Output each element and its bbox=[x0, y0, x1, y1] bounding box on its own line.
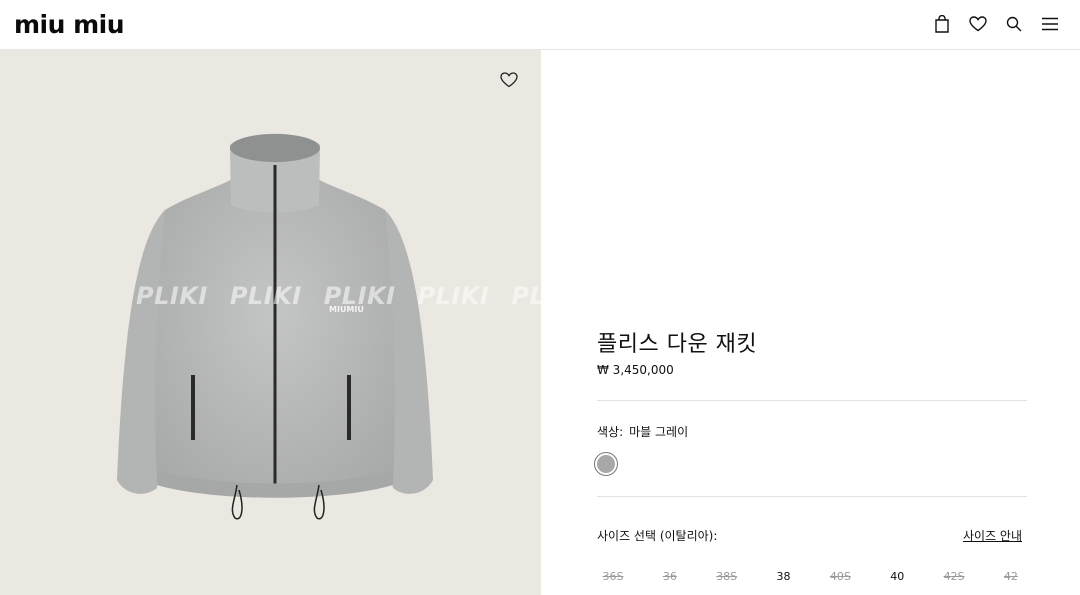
color-value: 마블 그레이 bbox=[629, 425, 689, 439]
divider bbox=[597, 400, 1027, 401]
size-option[interactable]: 42S bbox=[938, 570, 970, 583]
color-swatch-marble-gray[interactable] bbox=[594, 452, 618, 476]
jacket-illustration: MIUMIU bbox=[117, 133, 433, 520]
search-icon[interactable] bbox=[1004, 14, 1024, 34]
bag-icon[interactable] bbox=[932, 14, 952, 34]
brand-logo[interactable]: miu miu bbox=[14, 12, 125, 37]
size-options: 36S 36 38S 38 40S 40 42S 42 bbox=[597, 570, 1027, 583]
watermark-text: PLIKI bbox=[323, 282, 396, 310]
color-label: 색상: bbox=[597, 425, 624, 439]
product-info: 플리스 다운 재킷 ₩ 3,450,000 색상: 마블 그레이 사이즈 선택 (… bbox=[541, 50, 1080, 595]
color-row: 색상: 마블 그레이 bbox=[597, 423, 688, 440]
watermark-text: PLIKI bbox=[229, 282, 302, 310]
size-option[interactable]: 38S bbox=[711, 570, 743, 583]
watermark: PLIKI PLIKI PLIKI PLIKI PLIKI bbox=[136, 282, 541, 310]
menu-icon[interactable] bbox=[1040, 14, 1060, 34]
product-image[interactable]: MIUMIU PLIKI PLIKI PLIKI PLIKI PLIKI bbox=[0, 50, 541, 595]
size-option[interactable]: 36S bbox=[597, 570, 629, 583]
size-guide-link[interactable]: 사이즈 안내 bbox=[963, 527, 1022, 544]
size-option[interactable]: 40 bbox=[881, 570, 913, 583]
size-option[interactable]: 40S bbox=[824, 570, 856, 583]
size-option[interactable]: 38 bbox=[768, 570, 800, 583]
size-option[interactable]: 42 bbox=[995, 570, 1027, 583]
site-header: miu miu bbox=[0, 0, 1080, 50]
watermark-text: PLIKI bbox=[511, 282, 541, 310]
size-select-label: 사이즈 선택 (이탈리아): bbox=[597, 529, 718, 543]
watermark-text: PLIKI bbox=[136, 282, 208, 310]
product-title: 플리스 다운 재킷 bbox=[597, 332, 758, 357]
size-option[interactable]: 36 bbox=[654, 570, 686, 583]
divider bbox=[597, 496, 1027, 497]
heart-icon[interactable] bbox=[968, 14, 988, 34]
product-price: ₩ 3,450,000 bbox=[597, 363, 674, 377]
header-icons bbox=[932, 14, 1060, 34]
watermark-text: PLIKI bbox=[417, 282, 490, 310]
wishlist-heart-icon[interactable] bbox=[500, 72, 520, 92]
